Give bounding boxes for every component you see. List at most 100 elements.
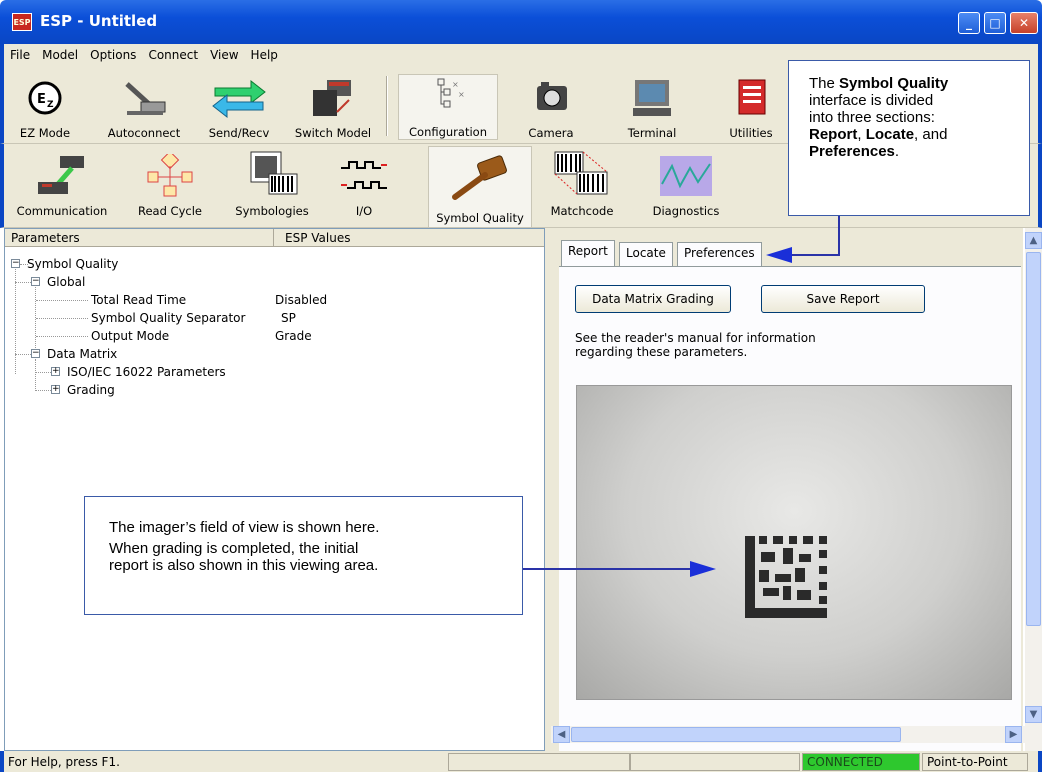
tree-node-iso[interactable]: ISO/IEC 16022 Parameters bbox=[67, 365, 226, 379]
symbologies-label: Symbologies bbox=[235, 204, 309, 218]
send-recv-icon bbox=[209, 76, 269, 120]
ez-mode-icon: EZ bbox=[25, 76, 65, 120]
callout-text: report is also shown in this viewing are… bbox=[109, 557, 379, 574]
expand-icon[interactable]: + bbox=[51, 367, 60, 376]
status-pane bbox=[630, 753, 800, 771]
tab-preferences[interactable]: Preferences bbox=[677, 242, 762, 266]
diagnostics-button[interactable]: Diagnostics bbox=[640, 154, 732, 218]
communication-button[interactable]: Communication bbox=[10, 154, 114, 218]
tree-node-global[interactable]: Global bbox=[47, 275, 85, 289]
tree-row-value[interactable]: SP bbox=[281, 311, 296, 325]
diagnostics-icon bbox=[654, 154, 718, 198]
menu-options[interactable]: Options bbox=[84, 44, 142, 62]
menu-connect[interactable]: Connect bbox=[142, 44, 204, 62]
collapse-icon[interactable]: − bbox=[31, 277, 40, 286]
ez-mode-button[interactable]: EZ EZ Mode bbox=[10, 76, 80, 140]
callout-text: , and bbox=[914, 126, 948, 143]
callout-text: The bbox=[809, 75, 840, 92]
tree-row-value[interactable]: Grade bbox=[275, 329, 312, 343]
svg-text:E: E bbox=[37, 92, 46, 107]
title-bar: ESP ESP - Untitled _ □ ✕ bbox=[0, 0, 1042, 44]
horizontal-scroll-thumb[interactable] bbox=[571, 727, 901, 742]
status-bar: For Help, press F1. CONNECTED Point-to-P… bbox=[0, 751, 1042, 772]
tree-node-grading[interactable]: Grading bbox=[67, 383, 115, 397]
vertical-scrollbar[interactable]: ▲ ▼ bbox=[1025, 228, 1042, 751]
configuration-icon: × × bbox=[428, 75, 468, 119]
data-matrix-symbol bbox=[745, 536, 827, 618]
expand-icon[interactable]: + bbox=[51, 385, 60, 394]
camera-label: Camera bbox=[528, 126, 574, 140]
tab-report[interactable]: Report bbox=[561, 240, 615, 267]
arrow-head-icon bbox=[766, 247, 792, 263]
menu-view[interactable]: View bbox=[204, 44, 244, 62]
read-cycle-button[interactable]: Read Cycle bbox=[130, 150, 210, 218]
callout-text: , bbox=[857, 126, 866, 143]
diagnostics-label: Diagnostics bbox=[652, 204, 720, 218]
switch-model-icon bbox=[307, 76, 359, 120]
scroll-left-icon[interactable]: ◀ bbox=[553, 726, 570, 743]
callout-text: interface is divided bbox=[809, 92, 934, 109]
close-button[interactable]: ✕ bbox=[1010, 12, 1038, 34]
io-label: I/O bbox=[355, 204, 373, 218]
horizontal-scrollbar[interactable]: ◀ ▶ bbox=[551, 726, 1025, 743]
communication-icon bbox=[32, 154, 92, 198]
col-parameters[interactable]: Parameters bbox=[11, 231, 80, 245]
matchcode-icon bbox=[547, 148, 617, 198]
window-title: ESP - Untitled bbox=[40, 12, 158, 30]
maximize-button[interactable]: □ bbox=[984, 12, 1006, 34]
callout-text: into three sections: bbox=[809, 109, 935, 126]
menu-file[interactable]: File bbox=[4, 44, 36, 62]
scroll-right-icon[interactable]: ▶ bbox=[1005, 726, 1022, 743]
tree-row-name[interactable]: Output Mode bbox=[91, 329, 169, 343]
callout-bold: Report bbox=[809, 126, 858, 143]
svg-text:×: × bbox=[452, 80, 459, 89]
app-icon: ESP bbox=[12, 13, 32, 31]
vertical-scroll-thumb[interactable] bbox=[1026, 252, 1041, 626]
collapse-icon[interactable]: − bbox=[31, 349, 40, 358]
io-button[interactable]: I/O bbox=[332, 154, 396, 218]
callout-bold: Symbol Quality bbox=[839, 75, 949, 92]
autoconnect-icon bbox=[119, 76, 169, 120]
switch-model-button[interactable]: Switch Model bbox=[288, 76, 378, 140]
minimize-button[interactable]: _ bbox=[958, 12, 980, 34]
callout-text: The imager’s field of view is shown here… bbox=[109, 519, 380, 536]
status-pane bbox=[448, 753, 630, 771]
utilities-icon bbox=[731, 76, 771, 120]
terminal-label: Terminal bbox=[627, 126, 677, 140]
symbol-quality-icon bbox=[445, 153, 515, 205]
symbol-quality-button[interactable]: Symbol Quality bbox=[428, 146, 532, 228]
scroll-up-icon[interactable]: ▲ bbox=[1025, 232, 1042, 249]
status-mode: Point-to-Point bbox=[922, 753, 1028, 771]
save-report-button[interactable]: Save Report bbox=[761, 285, 925, 313]
callout-text: When grading is completed, the initial bbox=[109, 540, 359, 557]
tree-node-data-matrix[interactable]: Data Matrix bbox=[47, 347, 117, 361]
scroll-down-icon[interactable]: ▼ bbox=[1025, 706, 1042, 723]
tree-row-name[interactable]: Symbol Quality Separator bbox=[91, 311, 245, 325]
configuration-button[interactable]: × × Configuration bbox=[398, 74, 498, 140]
symbologies-button[interactable]: Symbologies bbox=[230, 148, 314, 218]
autoconnect-button[interactable]: Autoconnect bbox=[104, 76, 184, 140]
io-icon bbox=[337, 154, 391, 198]
tab-locate[interactable]: Locate bbox=[619, 242, 673, 266]
matchcode-button[interactable]: Matchcode bbox=[542, 148, 622, 218]
send-recv-button[interactable]: Send/Recv bbox=[201, 76, 277, 140]
menu-model[interactable]: Model bbox=[36, 44, 84, 62]
callout-view: The imager’s field of view is shown here… bbox=[84, 496, 523, 615]
data-matrix-grading-button[interactable]: Data Matrix Grading bbox=[575, 285, 731, 313]
col-esp-values[interactable]: ESP Values bbox=[285, 231, 350, 245]
utilities-button[interactable]: Utilities bbox=[720, 76, 782, 140]
arrow-head-icon bbox=[690, 561, 716, 577]
tree-node-symbol-quality[interactable]: Symbol Quality bbox=[27, 257, 118, 271]
status-connected: CONNECTED bbox=[802, 753, 920, 771]
callout-bold: Locate bbox=[865, 126, 915, 143]
symbologies-icon bbox=[245, 148, 299, 198]
collapse-icon[interactable]: − bbox=[11, 259, 20, 268]
terminal-button[interactable]: Terminal bbox=[609, 76, 695, 140]
tree-row-name[interactable]: Total Read Time bbox=[91, 293, 186, 307]
menu-help[interactable]: Help bbox=[245, 44, 284, 62]
info-text-line2: regarding these parameters. bbox=[575, 345, 748, 359]
camera-button[interactable]: Camera bbox=[518, 76, 584, 140]
status-help-text: For Help, press F1. bbox=[8, 755, 120, 769]
tree-row-value[interactable]: Disabled bbox=[275, 293, 327, 307]
send-recv-label: Send/Recv bbox=[208, 126, 270, 140]
